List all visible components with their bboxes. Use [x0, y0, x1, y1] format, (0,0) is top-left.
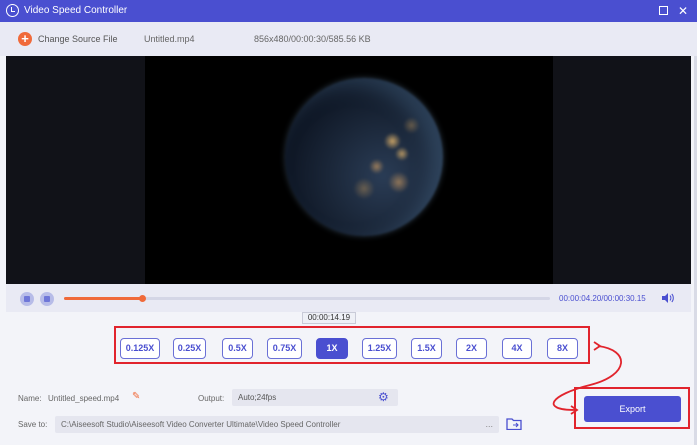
speed-options-row: 0.125X 0.25X 0.5X 0.75X 1X 1.25X 1.5X 2X… [114, 326, 590, 364]
speed-option[interactable]: 2X [456, 338, 487, 359]
save-to-label: Save to: [18, 420, 48, 429]
play-button[interactable] [20, 292, 34, 306]
speed-option[interactable]: 0.5X [222, 338, 253, 359]
source-bar: + Change Source File Untitled.mp4 856x48… [0, 22, 697, 56]
timeline-knob[interactable] [139, 295, 146, 302]
output-format-value: Auto;24fps [238, 393, 277, 402]
timeline-progress [64, 297, 142, 300]
maximize-button[interactable] [655, 3, 671, 19]
speaker-icon[interactable] [662, 293, 674, 303]
video-speed-controller-window: Video Speed Controller ✕ + Change Source… [0, 0, 697, 445]
speed-option[interactable]: 0.25X [173, 338, 206, 359]
save-path-value: C:\Aiseesoft Studio\Aiseesoft Video Conv… [61, 420, 341, 429]
source-file-info: 856x480/00:00:30/585.56 KB [254, 34, 371, 44]
plus-circle-icon[interactable]: + [18, 32, 32, 46]
earth-preview-image [285, 78, 443, 236]
name-label: Name: [18, 394, 42, 403]
folder-icon[interactable] [506, 417, 522, 430]
speed-option[interactable]: 1.5X [411, 338, 442, 359]
video-frame [145, 56, 553, 284]
maximize-icon [658, 6, 668, 15]
output-label: Output: [198, 394, 225, 403]
speed-option[interactable]: 0.75X [267, 338, 302, 359]
output-format-field[interactable]: Auto;24fps ⚙ [232, 389, 398, 406]
close-button[interactable]: ✕ [675, 3, 691, 19]
title-bar: Video Speed Controller ✕ [0, 0, 697, 22]
video-preview-area [6, 56, 691, 284]
time-readout: 00:00:04.20/00:00:30.15 [559, 294, 646, 303]
source-file-name: Untitled.mp4 [144, 34, 195, 44]
speed-option[interactable]: 1.25X [362, 338, 397, 359]
playback-bar: 00:00:04.20/00:00:30.15 [6, 284, 691, 312]
export-button[interactable]: Export [584, 396, 681, 422]
stop-button[interactable] [40, 292, 54, 306]
speed-option[interactable]: 0.125X [120, 338, 160, 359]
save-path-field[interactable]: C:\Aiseesoft Studio\Aiseesoft Video Conv… [55, 416, 499, 433]
gear-icon[interactable]: ⚙ [378, 391, 390, 403]
timeline-slider[interactable] [64, 295, 550, 302]
pencil-icon[interactable]: ✎ [132, 392, 142, 402]
output-file-name: Untitled_speed.mp4 [48, 394, 120, 403]
browse-button[interactable]: ... [485, 419, 493, 429]
time-tooltip: 00:00:14.19 [302, 312, 356, 324]
speed-option-selected[interactable]: 1X [316, 338, 348, 359]
change-source-file-button[interactable]: Change Source File [38, 34, 118, 44]
city-lights [285, 78, 443, 236]
speed-controller-icon [6, 4, 19, 17]
window-title: Video Speed Controller [24, 5, 128, 16]
